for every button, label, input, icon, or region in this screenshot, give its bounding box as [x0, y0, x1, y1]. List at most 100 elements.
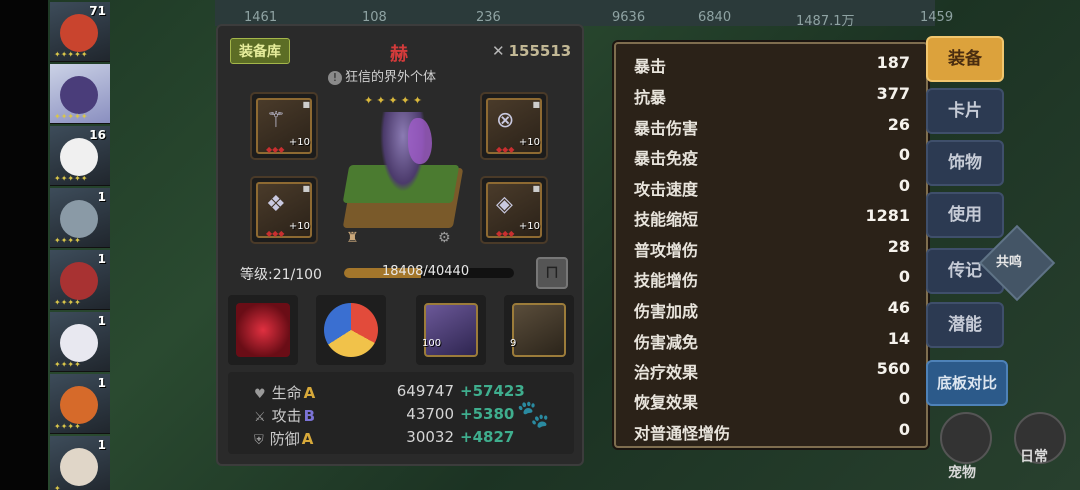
hero-portrait [60, 76, 98, 114]
equip-slot-necklace[interactable]: ◈ ■ +10 ◆◆◆ [480, 176, 548, 244]
roster-card[interactable]: 71 ✦✦✦✦✦ [50, 2, 110, 62]
hero-subtitle-text: 狂信的界外个体 [345, 70, 437, 85]
screen-edge [0, 0, 48, 490]
roster-level: 1 [97, 190, 106, 204]
attr-row: 治疗效果 560 [634, 359, 910, 382]
attr-row: 普攻增伤 28 [634, 237, 910, 260]
enhance-level: +10 [518, 221, 540, 232]
gem-dots: ◆◆◆ [496, 229, 515, 238]
equip-slot-weapon[interactable]: ⚚ ■ +10 ◆◆◆ [250, 92, 318, 160]
roster-card[interactable]: 1 ✦✦✦✦ [50, 374, 110, 434]
stat-base: 649747 [396, 382, 454, 400]
roster-level: 16 [89, 128, 106, 142]
skill-art [236, 303, 290, 357]
roster-stars: ✦✦✦✦ [54, 360, 81, 369]
resource-value: 1459 [920, 10, 954, 25]
lock-icon: ■ [302, 184, 310, 193]
skill-slot[interactable]: 9 [504, 295, 574, 365]
attr-row: 暴击免疫 0 [634, 145, 910, 168]
attr-row: 技能缩短 1281 [634, 206, 910, 229]
exp-text: 18408/40440 [382, 264, 470, 279]
roster-card[interactable]: 1 ✦✦✦✦ [50, 312, 110, 372]
hero-level: 等级:21/100 [240, 267, 322, 283]
hero-portrait [60, 386, 98, 424]
grade: A [301, 430, 314, 448]
gear-icon[interactable]: ⚙ [438, 230, 451, 246]
roster-level: 71 [89, 4, 106, 18]
skill-slot[interactable] [316, 295, 386, 365]
hero-wing [408, 118, 432, 164]
necklace-icon: ◈ [496, 192, 513, 217]
roster-level: 1 [97, 376, 106, 390]
roster-card-selected[interactable]: ✦✦✦✦✦ [50, 64, 110, 124]
attr-row: 攻击速度 0 [634, 176, 910, 199]
tab-cards[interactable]: 卡片 [926, 88, 1004, 134]
grade: B [303, 407, 316, 425]
equip-slot-armor[interactable]: ❖ ■ +10 ◆◆◆ [250, 176, 318, 244]
hero-portrait [60, 324, 98, 362]
roster-stars: ✦✦✦✦ [54, 236, 81, 245]
tab-use[interactable]: 使用 [926, 192, 1004, 238]
hero-portrait [60, 448, 98, 486]
equip-slot-ring[interactable]: ⊗ ■ +10 ◆◆◆ [480, 92, 548, 160]
pet-label: 宠物 [948, 465, 976, 481]
trident-icon: ⚚ [266, 108, 286, 133]
lock-button[interactable]: ⊓ [536, 257, 568, 289]
skill-slot[interactable]: 100 [416, 295, 486, 365]
resource-value: 1461 [244, 10, 278, 25]
info-icon[interactable]: ! [328, 71, 342, 85]
roster-card[interactable]: 16 ✦✦✦✦✦ [50, 126, 110, 186]
resource-value: 236 [476, 10, 501, 25]
attr-row: 恢复效果 0 [634, 389, 910, 412]
hero-roster: 71 ✦✦✦✦✦ ✦✦✦✦✦ 16 ✦✦✦✦✦ 1 ✦✦✦✦ 1 ✦✦✦✦ 1 … [50, 0, 112, 490]
equipment-library-button[interactable]: 装备库 [230, 38, 290, 64]
tab-potential[interactable]: 潜能 [926, 302, 1004, 348]
tab-equipment[interactable]: 装备 [926, 36, 1004, 82]
stat-row-hp: ♥ 生命 A 649747 +57423 [254, 382, 525, 402]
lock-icon: ■ [302, 100, 310, 109]
compare-button[interactable]: 底板对比 [926, 360, 1008, 406]
stat-row-def: ⛨ 防御 A 30032 +4827 [254, 428, 515, 448]
attr-row: 抗暴 377 [634, 84, 910, 107]
enhance-level: +10 [288, 221, 310, 232]
attr-row: 伤害加成 46 [634, 298, 910, 321]
hero-stars: ✦✦✦✦✦ [364, 94, 426, 107]
tab-accessories[interactable]: 饰物 [926, 140, 1004, 186]
swords-icon: ✕ [492, 42, 505, 60]
roster-level: 1 [97, 314, 106, 328]
pet-button[interactable] [940, 412, 992, 464]
paw-icon[interactable]: 🐾︎ [514, 398, 558, 438]
armor-icon: ❖ [266, 192, 286, 217]
enhance-level: +10 [518, 137, 540, 148]
roster-card[interactable]: 1 ✦ [50, 436, 110, 490]
roster-stars: ✦✦✦✦✦ [54, 112, 88, 121]
roster-stars: ✦✦✦✦✦ [54, 50, 88, 59]
roster-stars: ✦✦✦✦ [54, 298, 81, 307]
heart-icon: ♥ [254, 387, 266, 402]
gem-dots: ◆◆◆ [496, 145, 515, 154]
combat-power: ✕ 155513 [492, 42, 571, 60]
roster-stars: ✦ [54, 484, 61, 490]
hero-portrait [60, 262, 98, 300]
resource-value: 1487.1万 [796, 14, 855, 29]
roster-card[interactable]: 1 ✦✦✦✦ [50, 250, 110, 310]
element-icon [324, 303, 378, 357]
sword-icon: ⚔ [254, 410, 266, 425]
attr-row: 伤害减免 14 [634, 329, 910, 352]
hero-name: 赫 [390, 44, 408, 65]
hero-portrait [60, 138, 98, 176]
daily-label: 日常 [1020, 449, 1048, 465]
attributes-popup: 暴击 187 抗暴 377 暴击伤害 26 暴击免疫 0 攻击速度 0 技能缩短 1281 … [614, 42, 928, 448]
roster-card[interactable]: 1 ✦✦✦✦ [50, 188, 110, 248]
sword-item-icon [512, 303, 566, 357]
stat-bonus: +5380 [460, 405, 515, 423]
skill-slot[interactable] [228, 295, 298, 365]
attr-row: 暴击 187 [634, 53, 910, 76]
enhance-level: +10 [288, 137, 310, 148]
roster-stars: ✦✦✦✦✦ [54, 174, 88, 183]
stat-row-atk: ⚔ 攻击 B 43700 +5380 [254, 405, 515, 425]
gem-dots: ◆◆◆ [266, 229, 285, 238]
grade: A [303, 384, 316, 402]
trophy-icon[interactable]: ♜ [346, 230, 359, 246]
stat-base: 30032 [406, 428, 454, 446]
